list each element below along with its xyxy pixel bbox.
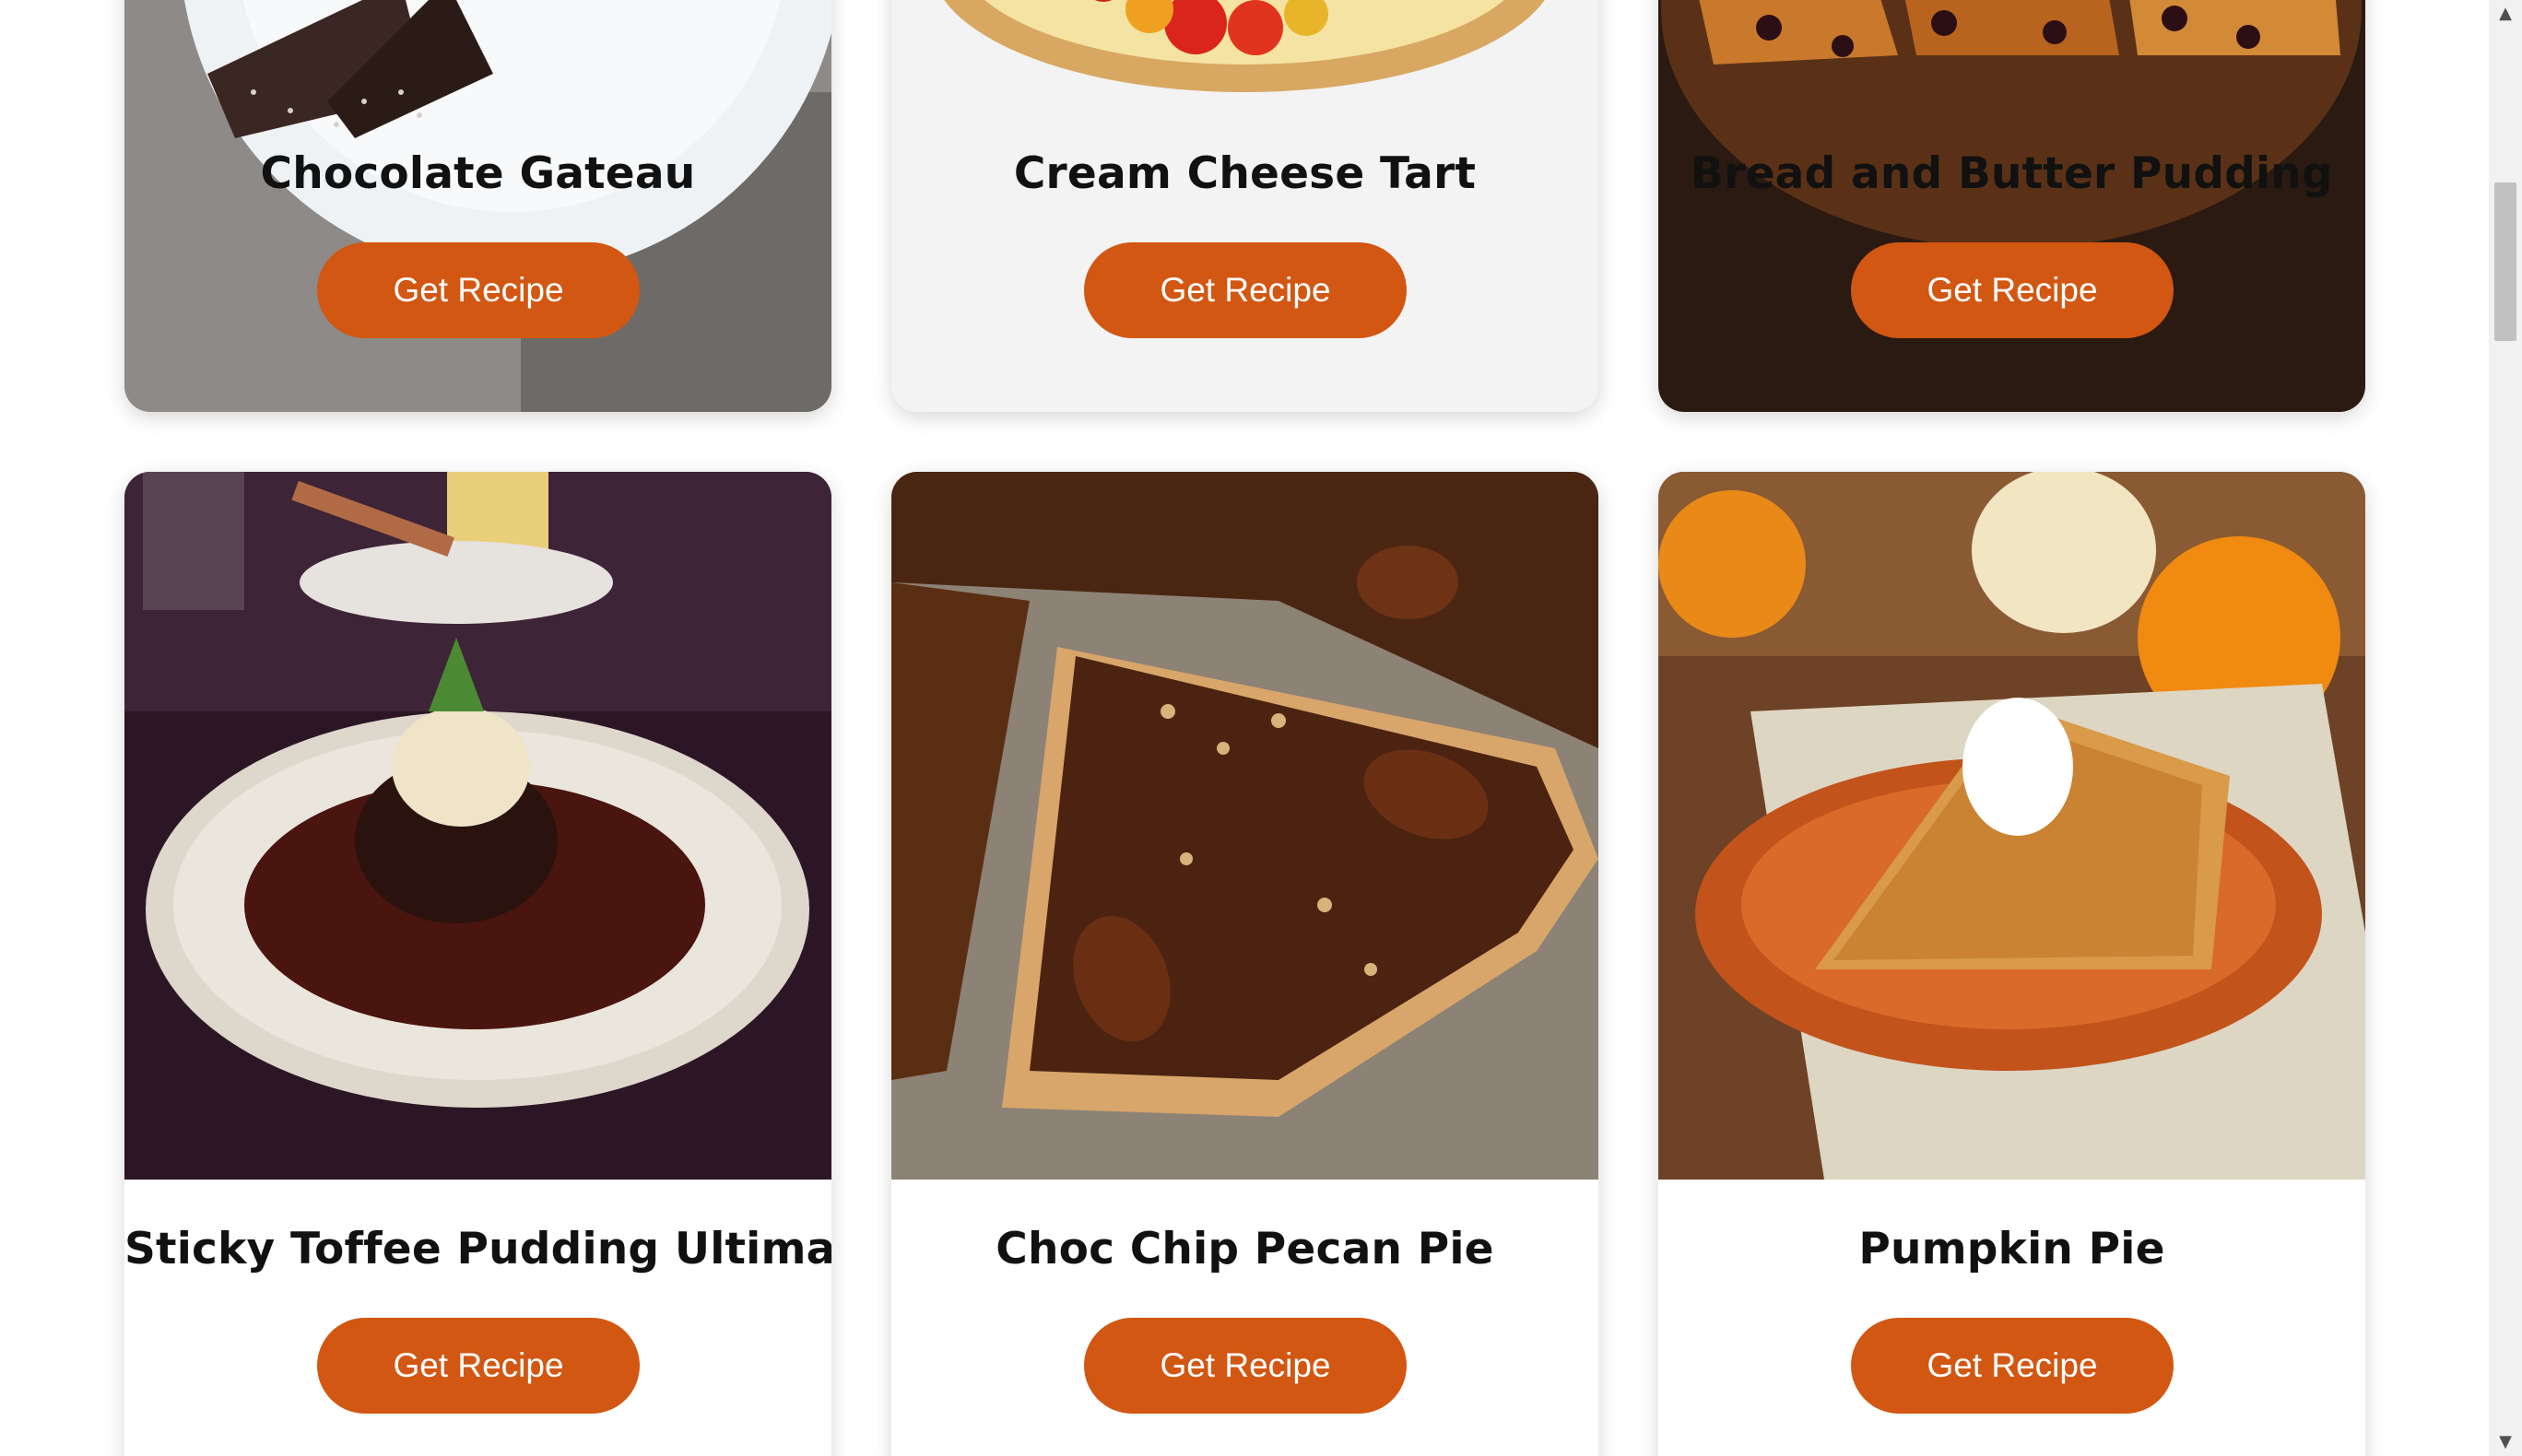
get-recipe-button[interactable]: Get Recipe (1851, 1318, 2174, 1414)
card-title: Choc Chip Pecan Pie (996, 1224, 1494, 1274)
vertical-scrollbar[interactable]: ▲ ▼ (2489, 0, 2522, 1456)
recipe-card-choc-chip-pecan-pie: Choc Chip Pecan Pie Get Recipe (891, 472, 1598, 1456)
pecan-pie-photo (891, 472, 1598, 1180)
triangle-down-icon[interactable]: ▼ (2489, 1428, 2522, 1456)
bread-and-butter-pudding-photo (1658, 0, 2365, 412)
recipe-card-pumpkin-pie: Pumpkin Pie Get Recipe (1658, 472, 2365, 1456)
card-title: Sticky Toffee Pudding Ultimate (124, 1224, 831, 1274)
pumpkin-pie-photo (1658, 472, 2365, 1180)
sticky-toffee-pudding-photo (124, 472, 831, 1180)
recipe-card-sticky-toffee-pudding: Sticky Toffee Pudding Ultimate Get Recip… (124, 472, 831, 1456)
card-title: Pumpkin Pie (1858, 1224, 2165, 1274)
get-recipe-button[interactable]: Get Recipe (1084, 242, 1407, 338)
card-title: Chocolate Gateau (260, 148, 696, 199)
get-recipe-button[interactable]: Get Recipe (317, 1318, 640, 1414)
recipe-card-cream-cheese-tart: Cream Cheese Tart Get Recipe (891, 0, 1598, 412)
get-recipe-button[interactable]: Get Recipe (1851, 242, 2174, 338)
card-title: Bread and Butter Pudding (1691, 148, 2333, 199)
scrollbar-thumb[interactable] (2494, 182, 2516, 341)
cream-cheese-tart-photo (891, 0, 1598, 412)
get-recipe-button[interactable]: Get Recipe (1084, 1318, 1407, 1414)
recipe-grid: Chocolate Gateau Get Recipe Cream Cheese… (0, 0, 2489, 1456)
page-viewport: Chocolate Gateau Get Recipe Cream Cheese… (0, 0, 2522, 1456)
card-title: Cream Cheese Tart (1013, 148, 1477, 199)
get-recipe-button[interactable]: Get Recipe (317, 242, 640, 338)
recipe-card-chocolate-gateau: Chocolate Gateau Get Recipe (124, 0, 831, 412)
triangle-up-icon[interactable]: ▲ (2489, 0, 2522, 28)
recipe-card-bread-and-butter-pudding: Bread and Butter Pudding Get Recipe (1658, 0, 2365, 412)
chocolate-gateau-photo (124, 0, 831, 412)
